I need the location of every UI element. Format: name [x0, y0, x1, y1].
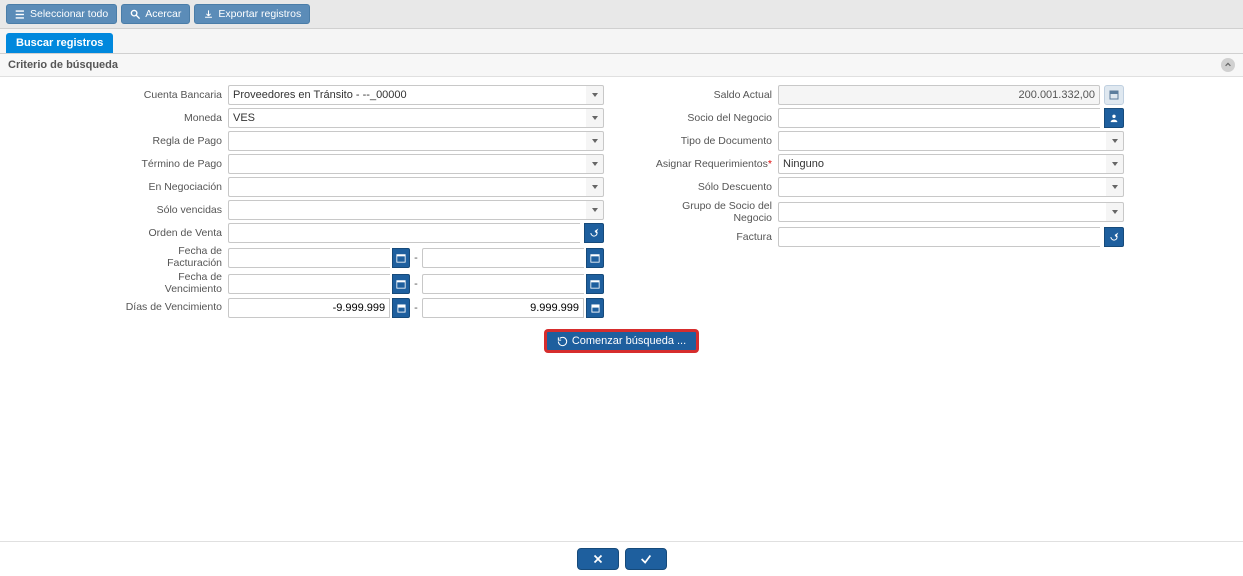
termino-pago-select[interactable] — [228, 154, 586, 174]
range-sep: - — [412, 302, 420, 314]
cuenta-bancaria-dropdown[interactable] — [586, 85, 604, 105]
search-button[interactable]: Comenzar búsqueda ... — [545, 330, 698, 352]
collapse-button[interactable] — [1221, 58, 1235, 72]
calculator-icon — [397, 304, 406, 313]
termino-pago-dropdown[interactable] — [586, 154, 604, 174]
search-button-label: Comenzar búsqueda ... — [572, 335, 686, 347]
reset-icon — [589, 228, 599, 238]
zoom-icon — [130, 9, 141, 20]
calendar-icon — [590, 279, 600, 289]
moneda-dropdown[interactable] — [586, 108, 604, 128]
orden-venta-input[interactable] — [228, 223, 580, 243]
calendar-icon — [590, 253, 600, 263]
moneda-select[interactable]: VES — [228, 108, 586, 128]
zoom-label: Acercar — [145, 8, 181, 20]
dias-to-calc[interactable] — [586, 298, 604, 318]
regla-pago-dropdown[interactable] — [586, 131, 604, 151]
panel-title: Criterio de búsqueda — [8, 59, 118, 71]
tab-search[interactable]: Buscar registros — [6, 33, 113, 53]
saldo-actual-field — [778, 85, 1100, 105]
label-fecha-vencimiento: Fecha de Vencimiento — [124, 272, 224, 295]
saldo-actual-calc[interactable] — [1104, 85, 1124, 105]
reset-icon — [1109, 232, 1119, 242]
export-icon — [203, 9, 214, 20]
fecha-fact-to[interactable] — [422, 248, 584, 268]
dias-to-input[interactable] — [422, 298, 584, 318]
dias-from-input[interactable] — [228, 298, 390, 318]
cancel-button[interactable] — [577, 548, 619, 570]
tipo-documento-select[interactable] — [778, 131, 1106, 151]
label-termino-pago: Término de Pago — [124, 158, 224, 170]
calendar-icon — [396, 279, 406, 289]
label-grupo-socio: Grupo de Socio del Negocio — [644, 200, 774, 224]
grupo-socio-select[interactable] — [778, 202, 1106, 222]
footer-bar — [0, 541, 1243, 570]
export-label: Exportar registros — [218, 8, 301, 20]
calendar-icon — [396, 253, 406, 263]
left-column: Cuenta Bancaria Proveedores en Tránsito … — [124, 85, 604, 318]
form-area: Cuenta Bancaria Proveedores en Tránsito … — [0, 77, 1243, 326]
en-negociacion-dropdown[interactable] — [586, 177, 604, 197]
label-orden-venta: Orden de Venta — [124, 227, 224, 239]
select-all-icon — [15, 9, 26, 20]
label-fecha-facturacion: Fecha de Facturación — [124, 246, 224, 269]
search-action-row: Comenzar búsqueda ... — [0, 326, 1243, 360]
label-moneda: Moneda — [124, 112, 224, 124]
asignar-req-select[interactable]: Ninguno — [778, 154, 1106, 174]
solo-vencidas-select[interactable] — [228, 200, 586, 220]
label-solo-descuento: Sólo Descuento — [644, 181, 774, 193]
fecha-venc-to-cal[interactable] — [586, 274, 604, 294]
fecha-fact-from-cal[interactable] — [392, 248, 410, 268]
label-en-negociacion: En Negociación — [124, 181, 224, 193]
fecha-fact-from[interactable] — [228, 248, 390, 268]
factura-lookup[interactable] — [1104, 227, 1124, 247]
orden-venta-lookup[interactable] — [584, 223, 604, 243]
factura-input[interactable] — [778, 227, 1100, 247]
fecha-venc-from[interactable] — [228, 274, 390, 294]
label-cuenta-bancaria: Cuenta Bancaria — [124, 89, 224, 101]
select-all-label: Seleccionar todo — [30, 8, 108, 20]
socio-negocio-lookup[interactable] — [1104, 108, 1124, 128]
person-icon — [1109, 113, 1119, 123]
fecha-fact-to-cal[interactable] — [586, 248, 604, 268]
tipo-documento-dropdown[interactable] — [1106, 131, 1124, 151]
toolbar: Seleccionar todo Acercar Exportar regist… — [0, 0, 1243, 29]
label-tipo-documento: Tipo de Documento — [644, 135, 774, 147]
socio-negocio-input[interactable] — [778, 108, 1100, 128]
label-solo-vencidas: Sólo vencidas — [124, 204, 224, 216]
label-factura: Factura — [644, 231, 774, 243]
solo-vencidas-dropdown[interactable] — [586, 200, 604, 220]
close-icon — [591, 552, 605, 566]
grupo-socio-dropdown[interactable] — [1106, 202, 1124, 222]
regla-pago-select[interactable] — [228, 131, 586, 151]
zoom-button[interactable]: Acercar — [121, 4, 190, 24]
ok-button[interactable] — [625, 548, 667, 570]
calculator-icon — [1109, 90, 1119, 100]
refresh-icon — [557, 336, 568, 347]
label-dias-vencimiento: Días de Vencimiento — [124, 302, 224, 314]
panel-header: Criterio de búsqueda — [0, 54, 1243, 77]
range-sep: - — [412, 278, 420, 290]
dias-from-calc[interactable] — [392, 298, 410, 318]
label-regla-pago: Regla de Pago — [124, 135, 224, 147]
asignar-req-dropdown[interactable] — [1106, 154, 1124, 174]
label-asignar-req: Asignar Requerimientos* — [644, 158, 774, 170]
chevron-up-icon — [1224, 61, 1232, 69]
solo-descuento-dropdown[interactable] — [1106, 177, 1124, 197]
right-column: Saldo Actual Socio del Negocio Tipo de D… — [644, 85, 1124, 318]
range-sep: - — [412, 252, 420, 264]
check-icon — [639, 552, 653, 566]
cuenta-bancaria-select[interactable]: Proveedores en Tránsito - --_00000 — [228, 85, 586, 105]
fecha-venc-to[interactable] — [422, 274, 584, 294]
select-all-button[interactable]: Seleccionar todo — [6, 4, 117, 24]
label-socio-negocio: Socio del Negocio — [644, 112, 774, 124]
tab-bar: Buscar registros — [0, 29, 1243, 54]
export-button[interactable]: Exportar registros — [194, 4, 310, 24]
calculator-icon — [591, 304, 600, 313]
solo-descuento-select[interactable] — [778, 177, 1106, 197]
label-saldo-actual: Saldo Actual — [644, 89, 774, 101]
en-negociacion-select[interactable] — [228, 177, 586, 197]
fecha-venc-from-cal[interactable] — [392, 274, 410, 294]
